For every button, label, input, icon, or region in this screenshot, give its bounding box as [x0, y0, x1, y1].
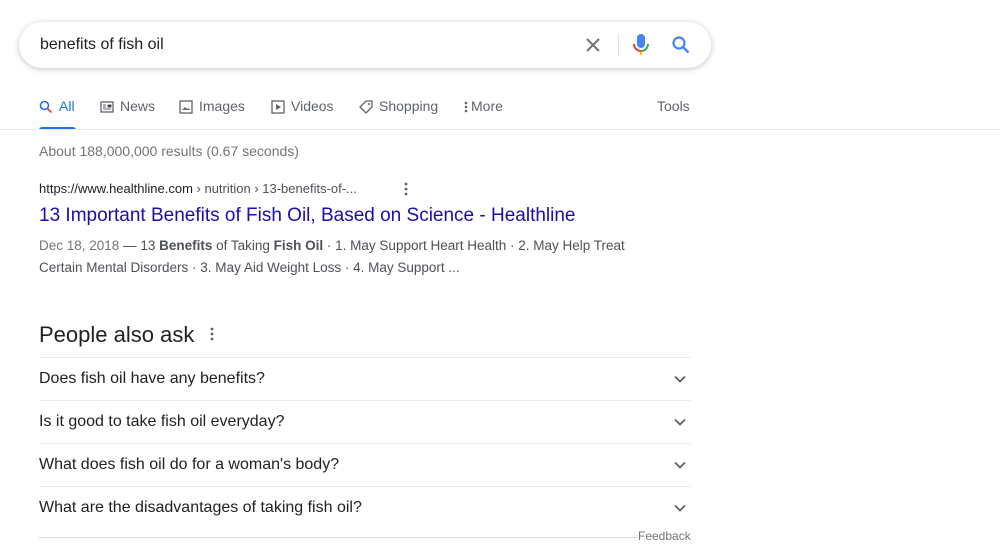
chevron-down-icon[interactable] — [673, 415, 687, 429]
paa-question-item[interactable]: Is it good to take fish oil everyday? — [39, 400, 691, 443]
result-date: Dec 18, 2018 — [39, 238, 120, 253]
tab-images[interactable]: Images — [179, 98, 245, 130]
tab-shopping[interactable]: Shopping — [359, 98, 438, 130]
result-url[interactable]: https://www.healthline.com › nutrition ›… — [39, 181, 357, 196]
tab-label: Shopping — [379, 98, 439, 114]
clear-icon[interactable] — [581, 33, 605, 57]
paa-question-text: What does fish oil do for a woman's body… — [39, 456, 340, 473]
tab-label: More — [471, 98, 503, 114]
tab-news[interactable]: News — [100, 98, 155, 130]
snippet-bold: Fish Oil — [273, 238, 324, 253]
chevron-down-icon[interactable] — [673, 501, 687, 515]
tab-label: Videos — [291, 98, 334, 114]
paa-question-text: Is it good to take fish oil everyday? — [39, 413, 285, 430]
paa-question-item[interactable]: What are the disadvantages of taking fis… — [39, 486, 691, 529]
tab-more[interactable]: More — [463, 98, 503, 130]
tag-icon — [359, 100, 373, 114]
snippet-text: — 13 — [119, 238, 160, 253]
result-domain: https://www.healthline.com — [39, 181, 193, 196]
paa-question-item[interactable]: What does fish oil do for a woman's body… — [39, 443, 691, 486]
image-icon — [179, 100, 193, 114]
tab-label: Images — [199, 98, 245, 114]
search-icon — [39, 100, 53, 114]
result-stats: About 188,000,000 results (0.67 seconds) — [39, 143, 299, 159]
result-breadcrumb: › nutrition › 13-benefits-of-... — [192, 181, 357, 196]
tab-label: All — [59, 98, 75, 114]
search-input[interactable]: benefits of fish oil — [40, 36, 164, 54]
people-also-ask-options-icon[interactable] — [206, 324, 218, 344]
tab-videos[interactable]: Videos — [271, 98, 334, 130]
paa-question-text: Does fish oil have any benefits? — [39, 370, 265, 387]
snippet-text: of Taking — [212, 238, 274, 253]
chevron-down-icon[interactable] — [673, 458, 687, 472]
result-options-icon[interactable] — [399, 180, 413, 198]
search-box[interactable]: benefits of fish oil — [19, 22, 711, 68]
tabs-divider — [0, 129, 1000, 130]
chevron-down-icon[interactable] — [673, 372, 687, 386]
snippet-bold: Benefits — [159, 238, 213, 253]
result-snippet: Dec 18, 2018 — 13 Benefits of Taking Fis… — [39, 235, 639, 279]
feedback-link[interactable]: Feedback — [638, 529, 691, 543]
people-also-ask-heading: People also ask — [39, 322, 195, 347]
tab-all[interactable]: All — [39, 98, 76, 130]
tab-label: News — [120, 98, 156, 114]
result-title-link[interactable]: 13 Important Benefits of Fish Oil, Based… — [39, 205, 576, 227]
microphone-icon[interactable] — [629, 33, 653, 57]
video-icon — [271, 100, 285, 114]
vertical-dots-icon — [463, 100, 469, 114]
people-also-ask-list: Does fish oil have any benefits? Is it g… — [39, 357, 691, 529]
paa-question-text: What are the disadvantages of taking fis… — [39, 499, 362, 516]
news-icon — [100, 100, 114, 114]
search-icon[interactable] — [669, 33, 693, 57]
paa-question-item[interactable]: Does fish oil have any benefits? — [39, 357, 691, 400]
tools-button[interactable]: Tools — [657, 98, 690, 114]
paa-bottom-divider — [39, 537, 691, 538]
search-divider — [618, 34, 619, 56]
